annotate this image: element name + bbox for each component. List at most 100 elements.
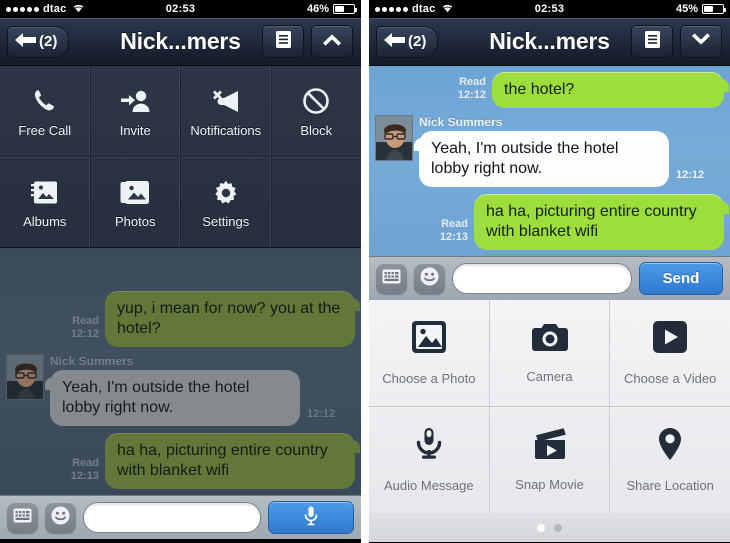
sticker-button[interactable] — [414, 263, 445, 294]
voice-record-button[interactable] — [268, 501, 355, 534]
list-icon — [275, 30, 291, 53]
chat-transcript[interactable]: Read 12:12 the hotel? Nick Summers Yeah,… — [369, 66, 730, 256]
smiley-icon — [420, 267, 439, 291]
quick-action-label: Settings — [202, 213, 250, 229]
chat-message-incoming: Nick Summers Yeah, I'm outside the hotel… — [6, 354, 355, 426]
panel-toggle-button[interactable] — [680, 25, 723, 58]
quick-action-label: Free Call — [18, 122, 72, 138]
quick-action-invite[interactable]: Invite — [91, 66, 181, 156]
sticker-button[interactable] — [45, 502, 76, 533]
back-button[interactable]: (2) — [7, 25, 70, 58]
status-right: 45% — [675, 3, 727, 15]
block-icon — [302, 85, 330, 115]
attachment-page-indicator[interactable] — [369, 513, 730, 542]
attachment-label: Choose a Video — [624, 371, 717, 386]
chat-message-incoming: Nick Summers Yeah, I'm outside the hotel… — [375, 115, 724, 187]
quick-action-notifications[interactable]: Notifications — [181, 66, 272, 156]
attachment-label: Choose a Photo — [382, 371, 476, 386]
quick-action-block[interactable]: Block — [272, 66, 362, 156]
back-arrow-icon — [383, 32, 407, 52]
chat-messages: Read 12:12 the hotel? Nick Summers Yeah,… — [369, 66, 730, 256]
add-person-icon — [120, 85, 150, 115]
list-icon-button[interactable] — [262, 25, 305, 58]
keyboard-button[interactable] — [376, 263, 407, 294]
incoming-body: Nick Summers Yeah, I'm outside the hotel… — [45, 354, 336, 426]
back-button-label: (2) — [408, 33, 427, 50]
battery-icon — [702, 4, 727, 14]
message-time: 12:12 — [307, 408, 336, 420]
read-receipt-label: Read — [441, 218, 469, 230]
message-bubble[interactable]: Yeah, I'm outside the hotel lobby right … — [414, 131, 669, 187]
photos-icon — [120, 176, 150, 206]
incoming-body: Nick Summers Yeah, I'm outside the hotel… — [414, 115, 705, 187]
read-receipt-label: Read — [459, 76, 487, 88]
chat-messages: Read 12:12 yup, i mean for now? you at t… — [0, 277, 361, 495]
message-status: Read 12:13 — [71, 457, 99, 483]
sender-name: Nick Summers — [50, 354, 134, 368]
attachment-snap-movie[interactable]: Snap Movie — [490, 407, 611, 513]
attachment-label: Audio Message — [384, 478, 474, 493]
chat-transcript[interactable]: Read 12:12 yup, i mean for now? you at t… — [0, 248, 362, 495]
page-dot[interactable] — [554, 523, 562, 532]
smiley-icon — [51, 506, 70, 530]
chat-message-outgoing: Read 12:13 ha ha, picturing entire count… — [6, 433, 361, 489]
video-play-icon — [652, 320, 688, 359]
chevron-up-icon — [322, 33, 342, 51]
chevron-down-icon — [691, 32, 711, 51]
back-button[interactable]: (2) — [376, 25, 439, 58]
quick-action-photos[interactable]: Photos — [91, 157, 181, 247]
attachment-audio-message[interactable]: Audio Message — [369, 407, 490, 513]
avatar[interactable] — [375, 115, 413, 161]
attachment-choose-photo[interactable]: Choose a Photo — [369, 300, 490, 406]
list-icon — [644, 30, 660, 53]
attachment-camera[interactable]: Camera — [490, 300, 611, 406]
message-status: Read 12:13 — [440, 218, 468, 244]
clapperboard-icon — [531, 428, 569, 465]
message-bubble[interactable]: the hotel? — [492, 72, 730, 108]
quick-action-settings[interactable]: Settings — [181, 157, 272, 247]
battery-percent-label: 45% — [675, 3, 699, 15]
back-arrow-icon — [14, 32, 38, 52]
keyboard-icon — [13, 508, 32, 528]
message-time: 12:12 — [676, 169, 705, 181]
incoming-wrap: Nick Summers Yeah, I'm outside the hotel… — [6, 354, 335, 426]
navigation-bar: (2) Nick...mers — [0, 18, 362, 66]
message-time: 12:12 — [457, 89, 487, 101]
message-status: Read 12:12 — [458, 76, 486, 102]
status-bar: dtac 02:53 46% — [0, 0, 362, 18]
message-time: 12:13 — [70, 470, 100, 482]
attachment-choose-video[interactable]: Choose a Video — [610, 300, 730, 406]
message-input[interactable] — [83, 502, 262, 533]
keyboard-button[interactable] — [7, 502, 38, 533]
attachment-panel: Choose a Photo Camera Choose a Video Aud… — [369, 300, 730, 542]
attachment-share-location[interactable]: Share Location — [610, 407, 730, 513]
message-bubble[interactable]: ha ha, picturing entire country with bla… — [474, 194, 730, 250]
status-right: 46% — [306, 3, 358, 15]
message-input[interactable] — [452, 263, 633, 294]
message-bubble[interactable]: Yeah, I'm outside the hotel lobby right … — [45, 370, 300, 426]
panel-toggle-button[interactable] — [311, 25, 354, 58]
keyboard-icon — [382, 269, 401, 289]
quick-action-label: Invite — [119, 122, 151, 138]
list-icon-button[interactable] — [631, 25, 674, 58]
gear-icon — [213, 176, 239, 206]
quick-action-albums[interactable]: Albums — [0, 157, 91, 247]
read-receipt-label: Read — [72, 457, 100, 469]
megaphone-mute-icon — [211, 85, 241, 115]
avatar[interactable] — [6, 354, 44, 400]
sender-name: Nick Summers — [419, 115, 503, 129]
panel-divider — [361, 0, 365, 543]
quick-actions-row-1: Free Call Invite Notifications Block — [0, 66, 361, 156]
send-button[interactable]: Send — [639, 262, 724, 295]
message-bubble[interactable]: yup, i mean for now? you at the hotel? — [105, 291, 361, 347]
left-phone-screen: dtac 02:53 46% (2) Nick...mers Free Call… — [0, 0, 362, 543]
quick-action-free-call[interactable]: Free Call — [0, 66, 91, 156]
dual-screenshot-stage: dtac 02:53 46% (2) Nick...mers Free Call… — [0, 0, 730, 543]
attachment-row-2: Audio Message Snap Movie Share Location — [369, 406, 730, 513]
incoming-wrap: Nick Summers Yeah, I'm outside the hotel… — [375, 115, 704, 187]
battery-percent-label: 46% — [306, 3, 330, 15]
chat-message-outgoing: Read 12:12 yup, i mean for now? you at t… — [6, 291, 361, 347]
attachment-row-1: Choose a Photo Camera Choose a Video — [369, 300, 730, 406]
page-dot-active[interactable] — [537, 523, 545, 532]
message-bubble[interactable]: ha ha, picturing entire country with bla… — [105, 433, 361, 489]
